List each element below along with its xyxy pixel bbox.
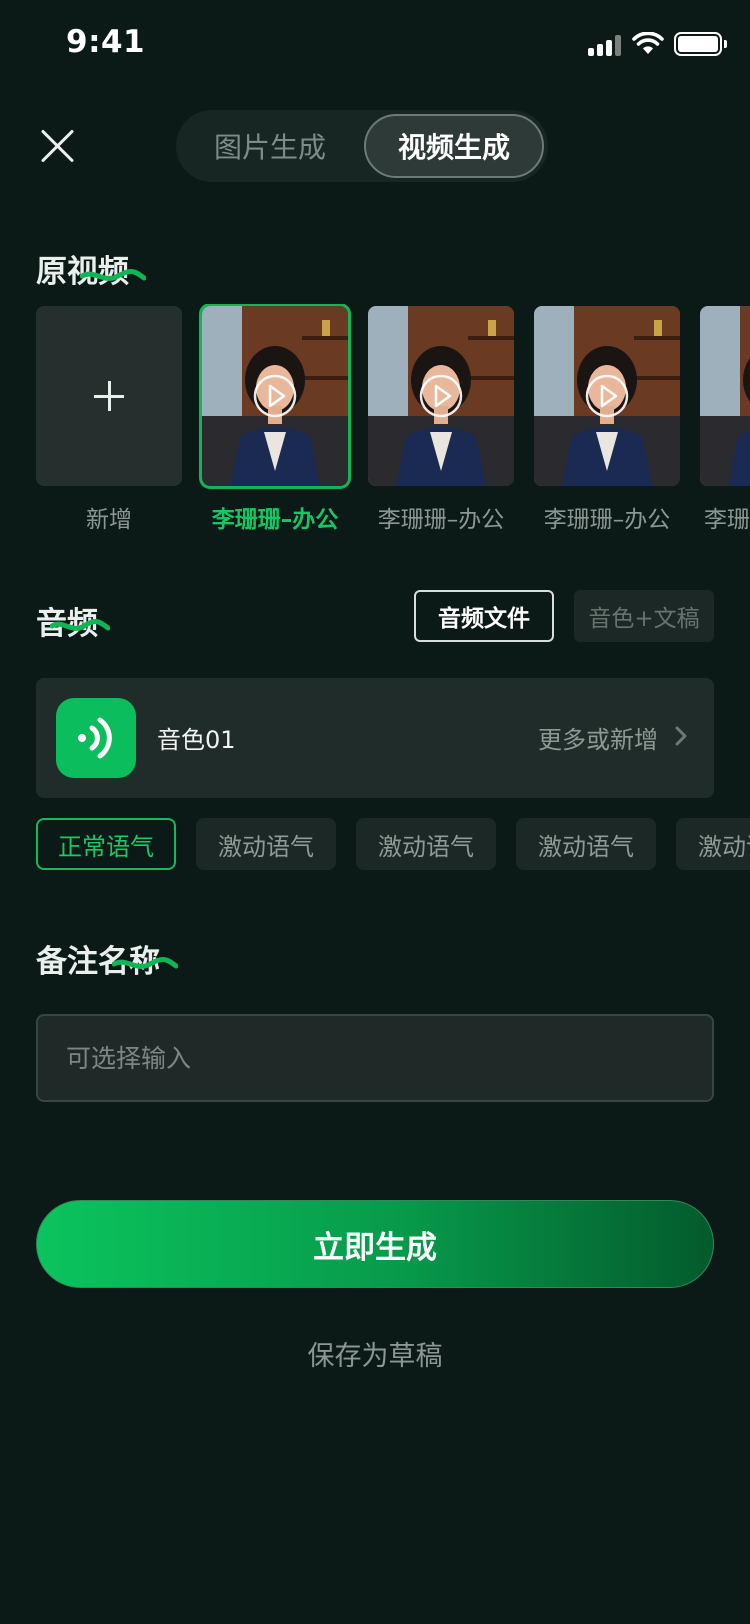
close-button[interactable] bbox=[36, 124, 80, 168]
video-item-label: 李珊珊–办公 bbox=[211, 507, 339, 533]
video-thumbnail-image bbox=[534, 306, 680, 486]
cellular-signal-icon bbox=[588, 34, 622, 56]
video-item-label: 李珊珊–办公 bbox=[377, 507, 505, 533]
video-thumbnail-image bbox=[368, 306, 514, 486]
tone-options: 正常语气 激动语气 激动语气 激动语气 激动语气 bbox=[36, 818, 750, 872]
add-video-button[interactable] bbox=[36, 306, 182, 486]
video-thumbnail-image bbox=[700, 306, 750, 486]
video-item-label: 李珊珊–办公 bbox=[543, 507, 671, 533]
voice-more-link[interactable]: 更多或新增 bbox=[538, 720, 658, 755]
generate-button[interactable]: 立即生成 bbox=[36, 1200, 714, 1288]
voice-name: 音色01 bbox=[157, 726, 236, 754]
chevron-right-icon bbox=[675, 726, 687, 746]
tone-option[interactable]: 激动语气 bbox=[196, 818, 336, 870]
title-underline-decoration bbox=[50, 619, 110, 631]
wifi-icon bbox=[632, 32, 664, 54]
video-thumbnail[interactable] bbox=[368, 306, 514, 486]
voice-wave-icon bbox=[56, 698, 136, 778]
title-underline-decoration bbox=[80, 269, 146, 281]
video-thumbnail[interactable] bbox=[199, 304, 351, 489]
video-thumbnail[interactable] bbox=[700, 306, 750, 486]
voice-script-toggle[interactable]: 音色+文稿 bbox=[574, 590, 714, 642]
add-video-label: 新增 bbox=[86, 507, 132, 533]
save-draft-button[interactable]: 保存为草稿 bbox=[0, 1334, 750, 1373]
battery-icon bbox=[674, 32, 727, 56]
tone-option[interactable]: 激动语气 bbox=[516, 818, 656, 870]
status-bar: 9:41 bbox=[0, 0, 750, 90]
video-item-label: 李珊珊–办公 bbox=[704, 507, 750, 533]
tone-option[interactable]: 激动语气 bbox=[356, 818, 496, 870]
audio-file-toggle[interactable]: 音频文件 bbox=[414, 590, 554, 642]
video-thumbnail-image bbox=[202, 306, 348, 486]
video-thumbnail[interactable] bbox=[534, 306, 680, 486]
tone-option[interactable]: 正常语气 bbox=[36, 818, 176, 870]
video-list: 新增 李珊珊–办公 李珊珊–办公 李珊珊–办公 李珊 bbox=[36, 304, 750, 544]
title-underline-decoration bbox=[112, 957, 178, 969]
note-name-input[interactable] bbox=[36, 1014, 714, 1102]
tab-image-generation[interactable]: 图片生成 bbox=[180, 114, 360, 178]
voice-selector-card[interactable]: 音色01 更多或新增 bbox=[36, 678, 714, 798]
generation-mode-switch: 图片生成 视频生成 bbox=[176, 110, 548, 182]
tone-option[interactable]: 激动语气 bbox=[676, 818, 750, 870]
tab-video-generation[interactable]: 视频生成 bbox=[364, 114, 544, 178]
status-time: 9:41 bbox=[66, 24, 146, 60]
